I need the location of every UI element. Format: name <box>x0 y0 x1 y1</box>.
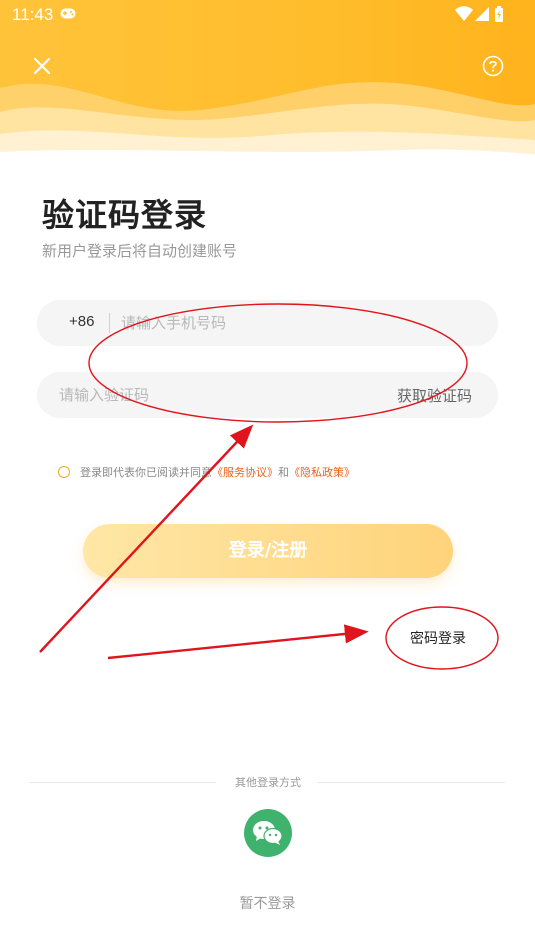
phone-field: +86 <box>37 300 498 346</box>
status-bar: 11:43 <box>0 0 535 30</box>
get-code-button[interactable]: 获取验证码 <box>397 385 472 406</box>
privacy-policy-link[interactable]: 《隐私政策》 <box>289 466 355 479</box>
other-login-label: 其他登录方式 <box>235 776 301 789</box>
agree-checkbox[interactable] <box>58 466 70 478</box>
agreement-row: 登录即代表你已阅读并同意《服务协议》和《隐私政策》 <box>58 464 355 480</box>
phone-input[interactable] <box>121 312 481 334</box>
skip-login-button[interactable]: 暂不登录 <box>0 893 535 913</box>
divider-left <box>30 782 216 783</box>
divider-right <box>318 782 505 783</box>
annotation-arrow-password <box>107 624 369 660</box>
gamepad-icon <box>60 8 76 19</box>
page-subtitle: 新用户登录后将自动创建账号 <box>42 242 238 260</box>
agreement-text: 登录即代表你已阅读并同意 <box>80 466 212 479</box>
verification-code-field: 获取验证码 <box>37 372 498 418</box>
agreement-and: 和 <box>278 466 289 479</box>
close-icon[interactable] <box>28 52 56 80</box>
wechat-icon <box>253 821 283 845</box>
signal-icon <box>475 7 489 21</box>
login-register-button[interactable]: 登录/注册 <box>83 524 453 578</box>
verification-code-input[interactable] <box>59 384 359 406</box>
header-banner: 11:43 <box>0 0 535 160</box>
field-divider <box>109 313 110 333</box>
country-code[interactable]: +86 <box>69 313 94 330</box>
wifi-icon <box>455 6 473 21</box>
wechat-login-button[interactable] <box>244 809 292 857</box>
status-time: 11:43 <box>12 5 54 24</box>
help-icon[interactable] <box>482 55 504 77</box>
service-agreement-link[interactable]: 《服务协议》 <box>212 466 278 479</box>
status-icons <box>455 6 503 22</box>
page-title: 验证码登录 <box>42 196 208 234</box>
password-login-link[interactable]: 密码登录 <box>410 628 466 648</box>
